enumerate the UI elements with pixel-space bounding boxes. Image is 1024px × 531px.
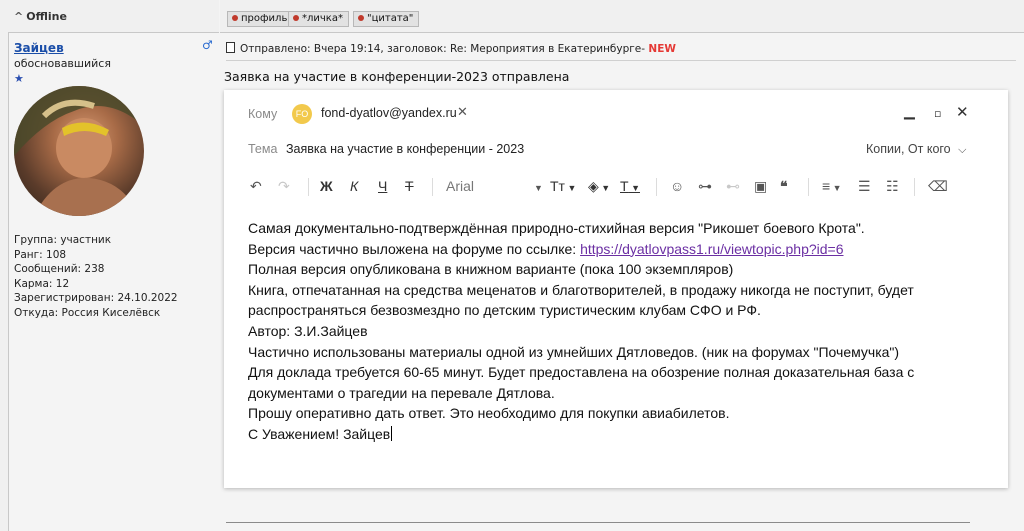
underline-button[interactable]: Ч [378, 178, 387, 194]
to-label: Кому [248, 107, 278, 121]
message-body[interactable]: Самая документально-подтверждённая приро… [248, 218, 988, 445]
minimize-icon[interactable]: ▁ [904, 104, 915, 120]
fill-color-icon[interactable]: ◈ ▼ [588, 178, 610, 195]
post-header: Отправлено: Вчера 19:14, заголовок: Re: … [226, 42, 676, 55]
cc-from-toggle[interactable]: Копии, От кого ⌵ [866, 142, 966, 157]
avatar [14, 86, 144, 216]
image-icon[interactable]: ▣ [754, 178, 767, 195]
bullet-icon [232, 15, 238, 21]
bullet-icon [293, 15, 299, 21]
strikethrough-button[interactable]: Т [405, 178, 414, 194]
signature-divider [226, 522, 970, 523]
redo-icon[interactable]: ↷ [278, 178, 290, 195]
link-icon[interactable]: ⊶ [698, 178, 712, 195]
close-icon[interactable]: ✕ [956, 103, 969, 121]
author-name-link[interactable]: Зайцев [14, 41, 64, 55]
male-gender-icon: ♂ [202, 38, 213, 52]
toolbar-divider [308, 178, 309, 196]
subject-label: Тема [248, 142, 278, 156]
maximize-icon[interactable]: ▫ [934, 107, 941, 120]
post-title: Заявка на участие в конференции-2023 отп… [224, 69, 570, 84]
recipient-avatar: FO [292, 104, 312, 124]
text-cursor [391, 425, 393, 441]
divider [226, 60, 1016, 61]
bullet-icon [358, 15, 364, 21]
status-row: ^ Offline [8, 0, 219, 33]
clear-format-icon[interactable]: ⌫ [928, 178, 948, 195]
numbered-list-icon[interactable]: ☷ [886, 178, 899, 195]
document-icon [226, 42, 235, 53]
toolbar-divider [808, 178, 809, 196]
rank-star-icon: ★ [14, 72, 24, 85]
recipient-address[interactable]: fond-dyatlov@yandex.ru [321, 106, 457, 120]
email-compose-screenshot: Кому FO fond-dyatlov@yandex.ru ✕ ▁ ▫ ✕ Т… [224, 90, 1008, 488]
align-icon[interactable]: ≡ ▼ [822, 178, 842, 194]
italic-button[interactable]: К [350, 178, 358, 194]
new-badge: NEW [648, 43, 676, 55]
private-message-button[interactable]: *личка* [288, 11, 349, 27]
bold-button[interactable]: Ж [320, 178, 333, 194]
bulleted-list-icon[interactable]: ☰ [858, 178, 871, 195]
text-size-button[interactable]: Тт ▼ [550, 178, 576, 194]
profile-button[interactable]: профиль [227, 11, 294, 27]
subject-field[interactable]: Заявка на участие в конференции - 2023 [286, 142, 524, 156]
quote-button[interactable]: "цитата" [353, 11, 420, 27]
toolbar-divider [432, 178, 433, 196]
text-color-button[interactable]: Т ▼ [620, 178, 640, 194]
font-family-select[interactable]: Arial [446, 178, 474, 194]
forum-link[interactable]: https://dyatlovpass1.ru/viewtopic.php?id… [580, 241, 843, 257]
undo-icon[interactable]: ↶ [250, 178, 262, 195]
unlink-icon[interactable]: ⊷ [726, 178, 740, 195]
caret-up-icon: ^ [14, 10, 24, 23]
quote-icon[interactable]: ❝ [780, 178, 788, 195]
chevron-down-icon: ⌵ [958, 144, 967, 156]
post-actions: профиль *личка* "цитата" [220, 0, 1024, 33]
emoji-icon[interactable]: ☺ [670, 178, 684, 194]
remove-recipient-icon[interactable]: ✕ [457, 105, 468, 120]
online-status: ^ Offline [14, 10, 67, 23]
toolbar-divider [914, 178, 915, 196]
author-info: Группа: участник Ранг: 108 Сообщений: 23… [14, 234, 178, 319]
font-dropdown-icon[interactable]: ▼ [534, 183, 543, 193]
toolbar-divider [656, 178, 657, 196]
author-rank-title: обосновавшийся [14, 57, 111, 70]
